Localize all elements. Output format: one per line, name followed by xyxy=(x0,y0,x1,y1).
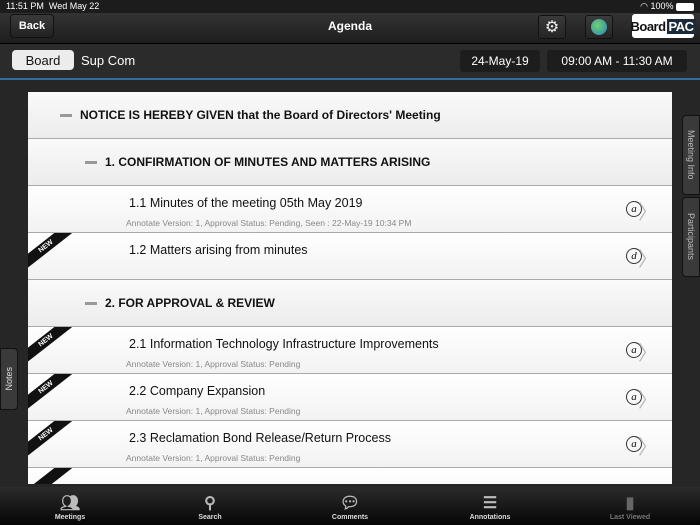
document-icon: ▮ xyxy=(625,495,635,512)
settings-button[interactable]: ⚙ xyxy=(538,15,566,39)
new-ribbon: NEW xyxy=(28,374,75,412)
tab-sup-com[interactable]: Sup Com xyxy=(81,53,135,68)
tab-board[interactable]: Board xyxy=(12,50,74,70)
new-ribbon: NEW xyxy=(28,233,75,271)
item-meta: Annotate Version: 1, Approval Status: Pe… xyxy=(126,453,301,463)
agenda-item[interactable]: NEW 2.2 Company Expansion Annotate Version… xyxy=(28,374,672,421)
globe-button[interactable] xyxy=(585,15,613,39)
notes-tab[interactable]: Notes xyxy=(0,348,18,410)
new-ribbon: NEW xyxy=(28,327,75,365)
participants-label: Participants xyxy=(686,213,696,261)
people-icon: 👥︎ xyxy=(59,495,81,512)
chevron-right-icon: 〉 xyxy=(638,343,658,365)
notice-text: NOTICE IS HEREBY GIVEN that the Board of… xyxy=(80,108,441,122)
item-title: 2.3 Reclamation Bond Release/Return Proc… xyxy=(129,431,391,445)
notes-label: Notes xyxy=(4,367,14,391)
gear-icon: ⚙ xyxy=(544,19,560,36)
boardpac-logo: Board PAC xyxy=(630,14,696,38)
item-title: 2.2 Company Expansion xyxy=(129,384,266,398)
meeting-date: 24-May-19 xyxy=(460,50,540,72)
agenda-item[interactable]: NEW 2.1 Information Technology Infrastruc… xyxy=(28,327,672,374)
tab-bar: 👥︎ Meetings ⚲ Search 💬︎ Comments ☰ Annotatio… xyxy=(0,487,700,525)
tab-annotations[interactable]: ☰ Annotations xyxy=(420,487,560,525)
tab-label: Annotations xyxy=(469,514,511,521)
chevron-right-icon: 〉 xyxy=(638,390,658,412)
tab-comments[interactable]: 💬︎ Comments xyxy=(280,487,420,525)
meeting-info-label: Meeting Info xyxy=(686,130,696,180)
chevron-right-icon: 〉 xyxy=(638,249,658,271)
agenda-item[interactable]: NEW 1.2 Matters arising from minutes d 〉 xyxy=(28,233,672,280)
status-date: Wed May 22 xyxy=(48,1,100,11)
section-header[interactable]: 2. FOR APPROVAL & REVIEW xyxy=(28,280,672,327)
chevron-right-icon: 〉 xyxy=(638,202,658,224)
agenda-item[interactable]: 1.1 Minutes of the meeting 05th May 2019… xyxy=(28,186,672,233)
item-meta: Annotate Version: 1, Approval Status: Pe… xyxy=(126,359,301,369)
participants-tab[interactable]: Participants xyxy=(682,197,700,277)
search-icon: ⚲ xyxy=(204,495,216,512)
item-meta: Annotate Version: 1, Approval Status: Pe… xyxy=(126,406,301,416)
item-title: 1.2 Matters arising from minutes xyxy=(129,243,308,257)
item-title: 2.1 Information Technology Infrastructur… xyxy=(129,337,439,351)
list-icon: ☰ xyxy=(482,495,498,512)
section-title: 2. FOR APPROVAL & REVIEW xyxy=(105,296,275,310)
tab-label: Meetings xyxy=(54,514,86,521)
status-bar: 11:51 PM Wed May 22 ◠ 100% xyxy=(0,0,700,13)
tab-label: Search xyxy=(198,514,222,521)
tab-last-viewed[interactable]: ▮ Last Viewed xyxy=(560,487,700,525)
tab-label: Comments xyxy=(331,514,369,521)
meeting-time: 09:00 AM - 11:30 AM xyxy=(547,50,687,72)
chevron-right-icon: 〉 xyxy=(638,437,658,459)
agenda-list[interactable]: NOTICE IS HEREBY GIVEN that the Board of… xyxy=(28,92,672,484)
tab-meetings[interactable]: 👥︎ Meetings xyxy=(0,487,140,525)
tab-search[interactable]: ⚲ Search xyxy=(140,487,280,525)
status-time: 11:51 PM xyxy=(6,1,44,11)
section-title: 1. CONFIRMATION OF MINUTES AND MATTERS A… xyxy=(105,155,431,169)
meeting-header: Board Sup Com 24-May-19 09:00 AM - 11:30… xyxy=(0,44,700,80)
agenda-notice: NOTICE IS HEREBY GIVEN that the Board of… xyxy=(28,92,672,139)
comments-icon: 💬︎ xyxy=(339,495,361,512)
section-header[interactable]: 1. CONFIRMATION OF MINUTES AND MATTERS A… xyxy=(28,139,672,186)
nav-bar: Back Agenda ⚙ Board PAC xyxy=(0,13,700,44)
battery-icon xyxy=(676,2,694,11)
globe-icon xyxy=(591,19,607,35)
item-title: 1.1 Minutes of the meeting 05th May 2019 xyxy=(129,196,363,210)
tab-label: Last Viewed xyxy=(609,514,651,521)
new-ribbon xyxy=(28,468,75,484)
agenda-item[interactable]: NEW 2.3 Reclamation Bond Release/Return P… xyxy=(28,421,672,468)
item-meta: Annotate Version: 1, Approval Status: Pe… xyxy=(126,218,412,228)
new-ribbon: NEW xyxy=(28,421,75,459)
wifi-icon: ◠ xyxy=(640,1,648,11)
agenda-item-partial[interactable] xyxy=(28,468,672,484)
battery-level: 100% xyxy=(650,1,674,11)
meeting-info-tab[interactable]: Meeting Info xyxy=(682,115,700,195)
